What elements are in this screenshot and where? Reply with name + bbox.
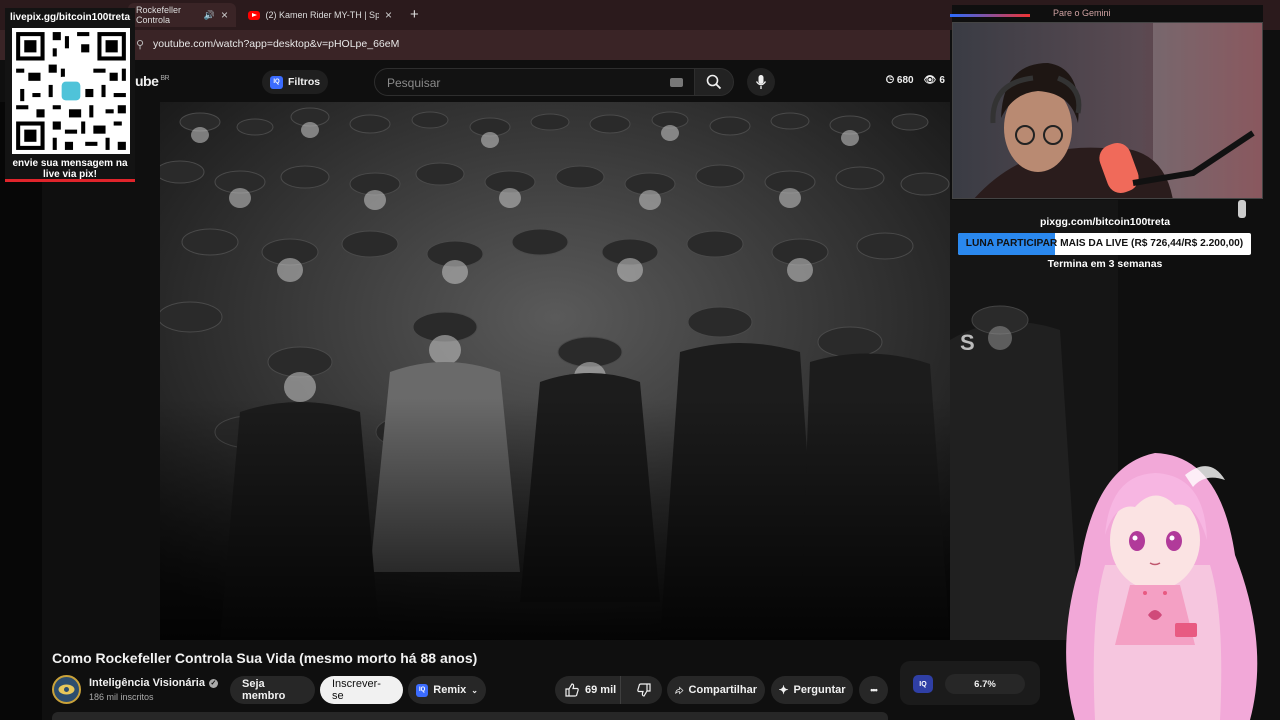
tab-kamen-rider[interactable]: (2) Kamen Rider MY-TH | Speci × xyxy=(240,3,400,27)
streamer-portrait xyxy=(953,23,1262,198)
camera-accent-bar xyxy=(950,14,1030,17)
chevron-down-icon: ⌄ xyxy=(471,685,478,695)
subscriber-count: 186 mil inscritos xyxy=(89,692,154,702)
watchers-stat: 👁︎ 6 xyxy=(924,75,945,86)
qr-caption-line-1: envie sua mensagem na xyxy=(12,158,128,169)
remix-button[interactable]: IQ Remix ⌄ xyxy=(408,676,486,704)
region-code: BR xyxy=(160,75,170,83)
donation-goal-bar: LUNA PARTICIPAR MAIS DA LIVE (R$ 726,44/… xyxy=(958,233,1251,255)
microphone-icon xyxy=(755,75,767,89)
speaker-icon[interactable]: 🔊 xyxy=(204,10,215,21)
subscribe-button[interactable]: Inscrever-se xyxy=(320,676,403,704)
youtube-logo[interactable]: ube BR xyxy=(135,73,170,89)
thumbs-down-icon xyxy=(637,683,651,697)
search-button[interactable] xyxy=(694,68,734,96)
eye-icon: 👁︎ xyxy=(923,75,937,86)
video-frame-crowd xyxy=(160,102,950,640)
pix-url-text: pixgg.com/bitcoin100treta xyxy=(1039,216,1171,228)
channel-name[interactable]: Inteligência Visionária ✓ xyxy=(89,677,218,689)
filters-button[interactable]: IQ Filtros xyxy=(262,70,329,94)
vtuber-avatar xyxy=(1035,445,1280,720)
keyboard-icon[interactable] xyxy=(670,78,683,87)
dislike-button[interactable] xyxy=(626,676,662,704)
left-sidebar-shadow xyxy=(0,102,42,720)
iq-remix-icon: IQ xyxy=(416,683,429,697)
streamer-webcam xyxy=(952,22,1263,199)
search-box[interactable] xyxy=(374,68,696,96)
eye-count: 6 xyxy=(939,75,945,86)
goal-text: LUNA PARTICIPAR MAIS DA LIVE (R$ 726,44/… xyxy=(965,238,1244,249)
qr-code-icon xyxy=(12,28,130,154)
share-button[interactable]: Compartilhar xyxy=(667,676,765,704)
qr-caption: envie sua mensagem na live via pix! xyxy=(5,158,135,180)
more-icon: ••• xyxy=(870,685,878,695)
share-icon xyxy=(675,686,684,694)
voice-search-button[interactable] xyxy=(747,68,775,96)
like-dislike-group: 69 mil xyxy=(555,676,662,704)
url-text: youtube.com/watch?app=desktop&v=pHOLpe_6… xyxy=(153,38,400,50)
clock-icon: 🕒︎ xyxy=(886,75,894,86)
like-button[interactable]: 69 mil xyxy=(555,676,621,704)
extension-percent: 6.7% xyxy=(945,674,1025,694)
search-input[interactable] xyxy=(387,74,657,91)
sparkle-icon: ✦ xyxy=(778,683,789,697)
site-settings-icon[interactable]: ⚲ xyxy=(136,38,144,51)
views-stat: 🕒︎ 680 xyxy=(886,75,914,86)
share-label: Compartilhar xyxy=(688,684,757,696)
remix-label: Remix xyxy=(433,684,467,696)
qr-title: livepix.gg/bitcoin100treta xyxy=(9,12,131,23)
subscribe-label: Inscrever-se xyxy=(332,678,381,702)
qr-caption-line-2: live via pix! xyxy=(43,169,97,180)
close-tab-icon[interactable]: × xyxy=(221,8,228,22)
video-title: Como Rockefeller Controla Sua Vida (mesm… xyxy=(52,650,478,666)
youtube-favicon-icon xyxy=(248,10,260,20)
description-box-top[interactable] xyxy=(52,712,888,720)
join-button[interactable]: Seja membro xyxy=(230,676,315,704)
channel-name-text: Inteligência Visionária xyxy=(89,677,205,689)
like-count: 69 mil xyxy=(585,684,617,696)
iq-extension-icon: IQ xyxy=(270,75,283,89)
channel-avatar[interactable] xyxy=(52,675,81,704)
livepix-qr-overlay: livepix.gg/bitcoin100treta envie sua men… xyxy=(5,8,135,182)
more-actions-button[interactable]: ••• xyxy=(859,676,888,704)
tab-title: (2) Kamen Rider MY-TH | Speci xyxy=(265,10,379,20)
filters-label: Filtros xyxy=(288,76,321,88)
tab-rockefeller[interactable]: Rockefeller Controla 🔊 × xyxy=(128,3,236,27)
address-bar[interactable]: ⚲ youtube.com/watch?app=desktop&v=pHOLpe… xyxy=(0,30,950,60)
iq-extension-badge[interactable]: IQ xyxy=(913,675,933,693)
close-tab-icon[interactable]: × xyxy=(385,8,392,22)
extension-stats: 🕒︎ 680 👁︎ 6 xyxy=(886,75,945,86)
tab-title: Rockefeller Controla xyxy=(136,5,182,25)
verified-icon: ✓ xyxy=(208,678,218,688)
ask-button[interactable]: ✦ Perguntar xyxy=(771,676,853,704)
goal-deadline: Termina em 3 semanas xyxy=(1047,258,1163,270)
views-count: 680 xyxy=(896,75,914,86)
video-player[interactable] xyxy=(160,102,950,640)
logo-text: ube xyxy=(135,73,159,89)
join-label: Seja membro xyxy=(242,678,286,702)
svg-text:S: S xyxy=(960,330,975,355)
ask-label: Perguntar xyxy=(793,684,846,696)
search-icon xyxy=(706,74,722,90)
new-tab-button[interactable]: + xyxy=(410,6,419,23)
gemini-tab-label: Pare o Gemini xyxy=(1053,8,1111,18)
eye-logo-icon xyxy=(58,684,75,695)
thumbs-up-icon xyxy=(565,683,579,697)
vtuber-character xyxy=(1066,453,1258,720)
